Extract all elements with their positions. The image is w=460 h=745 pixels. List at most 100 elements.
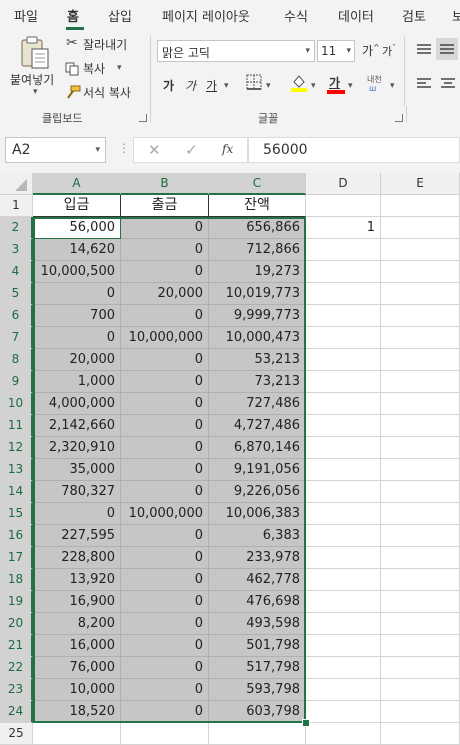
row-header[interactable]: 9: [0, 371, 33, 393]
name-box[interactable]: A2 ▾: [5, 137, 106, 163]
cell[interactable]: [306, 415, 381, 437]
cell[interactable]: [381, 459, 460, 481]
cell[interactable]: 0: [121, 371, 209, 393]
cell[interactable]: 0: [121, 547, 209, 569]
row-header[interactable]: 6: [0, 305, 33, 327]
cell[interactable]: [381, 437, 460, 459]
cell[interactable]: 6,383: [209, 525, 306, 547]
paste-icon[interactable]: [20, 36, 50, 74]
cell[interactable]: 10,019,773: [209, 283, 306, 305]
column-header-c[interactable]: C: [209, 173, 306, 195]
cell[interactable]: 0: [121, 217, 209, 239]
fill-handle[interactable]: [302, 719, 310, 727]
row-header[interactable]: 14: [0, 481, 33, 503]
cell[interactable]: [306, 701, 381, 723]
cell[interactable]: 0: [121, 393, 209, 415]
cell[interactable]: 700: [33, 305, 121, 327]
cell[interactable]: [381, 195, 460, 217]
cell[interactable]: 712,866: [209, 239, 306, 261]
tab-insert[interactable]: 삽입: [108, 6, 132, 25]
cell[interactable]: [381, 723, 460, 745]
cell[interactable]: 0: [121, 481, 209, 503]
grow-font-button[interactable]: 가^: [362, 42, 380, 59]
cell[interactable]: 0: [121, 459, 209, 481]
cell[interactable]: 14,620: [33, 239, 121, 261]
cell[interactable]: 1: [306, 217, 381, 239]
cell[interactable]: [381, 547, 460, 569]
cell[interactable]: [306, 635, 381, 657]
italic-button[interactable]: 가: [185, 77, 196, 94]
cell[interactable]: [306, 481, 381, 503]
cell[interactable]: 593,798: [209, 679, 306, 701]
row-header[interactable]: 13: [0, 459, 33, 481]
cell[interactable]: [306, 261, 381, 283]
cell[interactable]: [306, 393, 381, 415]
cell[interactable]: 2,142,660: [33, 415, 121, 437]
cell[interactable]: [306, 569, 381, 591]
tab-home[interactable]: 홈: [67, 6, 79, 25]
cell[interactable]: [121, 723, 209, 745]
format-painter-button[interactable]: 서식 복사: [83, 84, 131, 101]
cell[interactable]: 0: [121, 701, 209, 723]
cell[interactable]: 0: [33, 503, 121, 525]
cell[interactable]: 0: [33, 283, 121, 305]
cell[interactable]: 8,200: [33, 613, 121, 635]
cell[interactable]: 0: [121, 305, 209, 327]
cell[interactable]: [381, 415, 460, 437]
row-header[interactable]: 20: [0, 613, 33, 635]
cell[interactable]: [381, 635, 460, 657]
header-cell[interactable]: 출금: [121, 195, 209, 217]
font-color-dropdown-icon[interactable]: ▾: [348, 81, 353, 91]
cell[interactable]: [33, 723, 121, 745]
cell[interactable]: [209, 723, 306, 745]
cell[interactable]: [306, 239, 381, 261]
row-header[interactable]: 24: [0, 701, 33, 723]
font-launcher-icon[interactable]: [395, 114, 403, 122]
tab-view[interactable]: 보: [452, 6, 460, 25]
cell[interactable]: 2,320,910: [33, 437, 121, 459]
cell[interactable]: 76,000: [33, 657, 121, 679]
cell[interactable]: [381, 305, 460, 327]
cell[interactable]: [381, 327, 460, 349]
cell[interactable]: 73,213: [209, 371, 306, 393]
cell[interactable]: [306, 657, 381, 679]
cell[interactable]: [381, 591, 460, 613]
cell[interactable]: 233,978: [209, 547, 306, 569]
cell[interactable]: [381, 283, 460, 305]
cell[interactable]: 20,000: [121, 283, 209, 305]
cell[interactable]: 0: [121, 679, 209, 701]
row-header[interactable]: 21: [0, 635, 33, 657]
paste-dropdown-icon[interactable]: ▾: [33, 87, 38, 97]
header-cell[interactable]: 잔액: [209, 195, 306, 217]
cell[interactable]: 16,900: [33, 591, 121, 613]
row-header[interactable]: 18: [0, 569, 33, 591]
cell[interactable]: [381, 701, 460, 723]
cell[interactable]: 228,800: [33, 547, 121, 569]
row-header[interactable]: 2: [0, 217, 33, 239]
copy-button[interactable]: 복사: [83, 60, 105, 77]
cell[interactable]: [306, 195, 381, 217]
cell[interactable]: 0: [121, 591, 209, 613]
cell[interactable]: 53,213: [209, 349, 306, 371]
clipboard-launcher-icon[interactable]: [139, 114, 147, 122]
cell[interactable]: 9,191,056: [209, 459, 306, 481]
row-header[interactable]: 4: [0, 261, 33, 283]
row-header[interactable]: 22: [0, 657, 33, 679]
cell[interactable]: 0: [121, 657, 209, 679]
font-size-select[interactable]: 11 ▾: [317, 40, 355, 62]
cell[interactable]: 4,000,000: [33, 393, 121, 415]
fill-color-icon[interactable]: [290, 73, 308, 97]
row-header[interactable]: 3: [0, 239, 33, 261]
font-name-select[interactable]: 맑은 고딕 ▾: [157, 40, 315, 62]
cell[interactable]: 6,870,146: [209, 437, 306, 459]
cell[interactable]: 16,000: [33, 635, 121, 657]
cell[interactable]: 10,000,000: [121, 503, 209, 525]
tab-page-layout[interactable]: 페이지 레이아웃: [162, 6, 250, 25]
row-header[interactable]: 1: [0, 195, 33, 217]
borders-dropdown-icon[interactable]: ▾: [266, 81, 271, 91]
borders-icon[interactable]: [246, 74, 262, 94]
cell[interactable]: 476,698: [209, 591, 306, 613]
cell[interactable]: 0: [121, 239, 209, 261]
cell[interactable]: [381, 657, 460, 679]
cell[interactable]: [306, 437, 381, 459]
